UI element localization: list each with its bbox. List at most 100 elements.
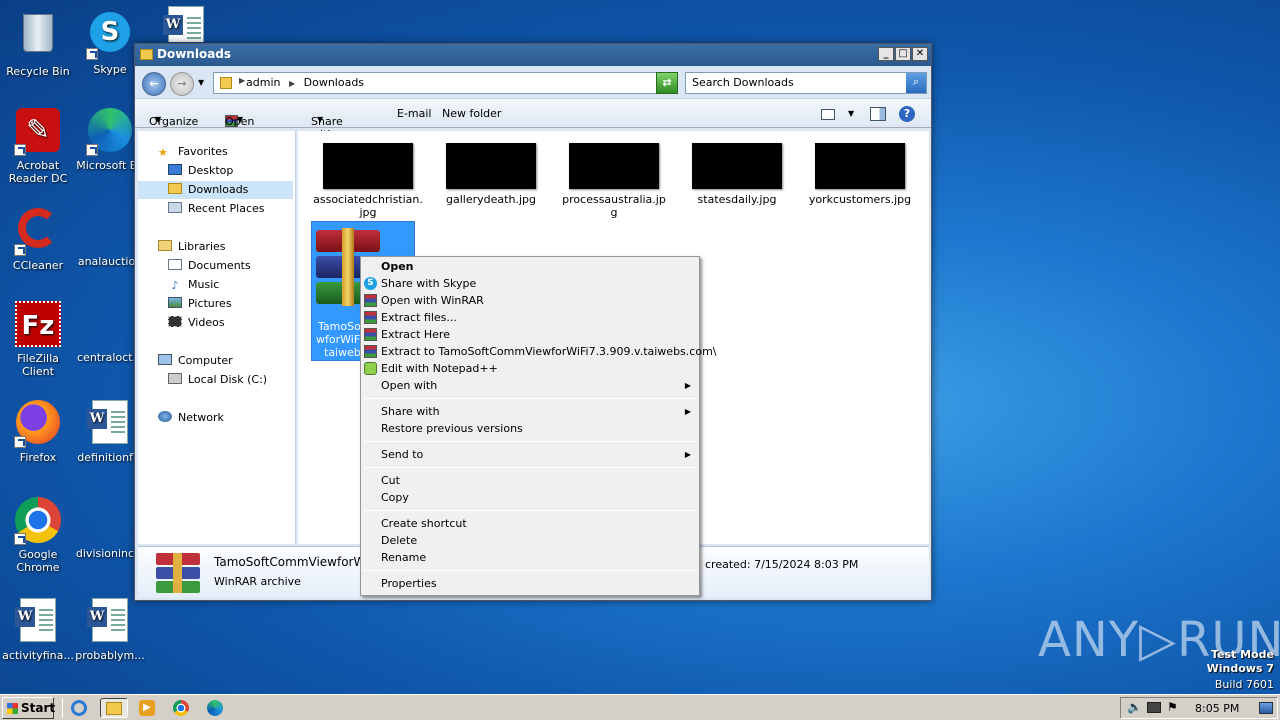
libraries-icon [158, 240, 172, 251]
build-label: Build 7601 [1214, 678, 1274, 691]
email-button[interactable]: E-mail [397, 107, 432, 120]
details-file-name: TamoSoftCommViewforWi [214, 555, 369, 569]
menu-item-open-with[interactable]: Open with ▶ [381, 377, 699, 394]
forward-arrow-icon: → [177, 77, 187, 90]
nav-local-disk[interactable]: Local Disk (C:) [168, 371, 267, 389]
forward-button[interactable]: → [170, 72, 194, 96]
action-center-flag-icon[interactable]: ⚑ [1167, 700, 1178, 714]
details-file-type: WinRAR archive [214, 575, 301, 588]
network-tray-icon[interactable] [1147, 702, 1161, 713]
image-thumbnail [692, 143, 782, 189]
new-folder-button[interactable]: New folder [442, 107, 501, 120]
menu-item-open[interactable]: Open [381, 258, 414, 275]
close-button[interactable]: ✕ [912, 47, 928, 61]
address-bar[interactable]: ▶ admin ▶ Downloads ▼ [213, 72, 675, 94]
ie-taskbar-button[interactable] [68, 698, 90, 718]
blank-file-icon [86, 300, 134, 348]
breadcrumb-admin[interactable]: admin [246, 76, 280, 89]
clock[interactable]: 8:05 PM [1195, 702, 1239, 715]
preview-pane-icon[interactable] [870, 107, 886, 121]
search-box[interactable]: Search Downloads ⌕ [685, 72, 927, 94]
volume-icon[interactable]: 🔈 [1127, 700, 1142, 714]
menu-item-copy[interactable]: Copy [381, 489, 409, 506]
recycle-bin-icon [14, 14, 62, 62]
desktop-icon-firefox[interactable]: Firefox [0, 398, 76, 464]
menu-item-send-to[interactable]: Send to ▶ [381, 446, 699, 463]
file-name-line: TamoSof [318, 320, 365, 333]
media-player-taskbar-button[interactable]: ▶ [136, 698, 158, 718]
menu-item-open-winrar[interactable]: Open with WinRAR [381, 292, 484, 309]
menu-item-rename[interactable]: Rename [381, 549, 426, 566]
refresh-icon[interactable]: ⇄ [656, 72, 678, 94]
menu-item-delete[interactable]: Delete [381, 532, 417, 549]
history-dropdown-icon[interactable]: ▼ [198, 78, 204, 87]
menu-item-create-shortcut[interactable]: Create shortcut [381, 515, 467, 532]
title-bar[interactable]: Downloads _ □ ✕ [135, 44, 931, 66]
desktop-icon-filezilla[interactable]: Fz FileZilla Client [0, 300, 76, 378]
breadcrumb-arrow-icon[interactable]: ▶ [289, 79, 295, 88]
nav-desktop[interactable]: Desktop [168, 162, 233, 180]
file-item[interactable]: gallerydeath.jpg [436, 143, 546, 206]
submenu-arrow-icon: ▶ [684, 381, 691, 390]
desktop-icon-probablym[interactable]: probablym... [72, 596, 148, 662]
desktop-icon-recycle-bin[interactable]: Recycle Bin [0, 8, 76, 78]
nav-network[interactable]: Network [158, 409, 224, 427]
show-desktop-icon[interactable] [1259, 702, 1273, 714]
menu-item-extract-here[interactable]: Extract Here [381, 326, 450, 343]
file-name: g [610, 206, 618, 219]
desktop-icon-activityfina[interactable]: activityfina... [0, 596, 76, 662]
search-icon[interactable]: ⌕ [906, 73, 926, 93]
chevron-down-icon[interactable]: ▼ [848, 109, 854, 118]
nav-recent-places[interactable]: Recent Places [168, 200, 265, 218]
file-item[interactable]: yorkcustomers.jpg [805, 143, 915, 206]
menu-item-edit-notepad[interactable]: Edit with Notepad++ [381, 360, 498, 377]
menu-item-properties[interactable]: Properties [381, 575, 437, 592]
breadcrumb-arrow-icon[interactable]: ▶ [239, 76, 245, 85]
desktop-icon-label: CCleaner [12, 259, 64, 272]
nav-libraries[interactable]: Libraries [158, 238, 226, 256]
back-arrow-icon: ← [149, 77, 159, 90]
nav-documents[interactable]: Documents [168, 257, 251, 275]
ccleaner-icon [14, 208, 62, 256]
desktop-icon-ccleaner[interactable]: CCleaner [0, 204, 76, 272]
folder-icon [140, 49, 153, 60]
minimize-button[interactable]: _ [878, 47, 894, 61]
menu-item-cut[interactable]: Cut [381, 472, 400, 489]
edge-taskbar-button[interactable] [204, 698, 226, 718]
word-document-icon [162, 6, 210, 42]
nav-pictures[interactable]: Pictures [168, 295, 232, 313]
network-icon [158, 411, 172, 422]
chrome-taskbar-button[interactable] [170, 698, 192, 718]
menu-item-extract-to[interactable]: Extract to TamoSoftCommViewforWiFi7.3.90… [381, 343, 716, 360]
nav-music[interactable]: ♪ Music [168, 276, 219, 294]
menu-item-share-with[interactable]: Share with ▶ [381, 403, 699, 420]
skype-icon: S [364, 277, 377, 290]
image-thumbnail [815, 143, 905, 189]
desktop-icon-acrobat[interactable]: ✎ Acrobat Reader DC [0, 106, 76, 185]
nav-videos[interactable]: Videos [168, 314, 225, 332]
maximize-button[interactable]: □ [895, 47, 911, 61]
start-button[interactable]: Start [2, 697, 55, 719]
menu-item-restore[interactable]: Restore previous versions [381, 420, 523, 437]
back-button[interactable]: ← [142, 72, 166, 96]
menu-separator [363, 398, 697, 399]
desktop-icon-word-doc[interactable] [148, 4, 224, 42]
blank-file-icon [86, 496, 134, 544]
file-item[interactable]: associatedchristian. jpg [313, 143, 423, 219]
breadcrumb-downloads[interactable]: Downloads [304, 76, 364, 89]
nav-favorites[interactable]: ★ Favorites [158, 143, 228, 161]
file-item[interactable]: processaustralia.jp g [559, 143, 669, 219]
nav-downloads[interactable]: Downloads [138, 181, 293, 199]
nav-label: Computer [178, 354, 233, 367]
computer-icon [158, 354, 172, 365]
submenu-arrow-icon: ▶ [684, 450, 691, 459]
menu-item-share-skype[interactable]: Share with Skype [381, 275, 476, 292]
explorer-taskbar-button[interactable] [100, 698, 128, 718]
help-icon[interactable]: ? [899, 106, 915, 122]
desktop-icon-chrome[interactable]: Google Chrome [0, 496, 76, 574]
chrome-icon [14, 497, 62, 545]
nav-computer[interactable]: Computer [158, 352, 233, 370]
menu-item-extract-files[interactable]: Extract files... [381, 309, 457, 326]
file-item[interactable]: statesdaily.jpg [682, 143, 792, 206]
view-options-icon[interactable] [821, 109, 835, 120]
